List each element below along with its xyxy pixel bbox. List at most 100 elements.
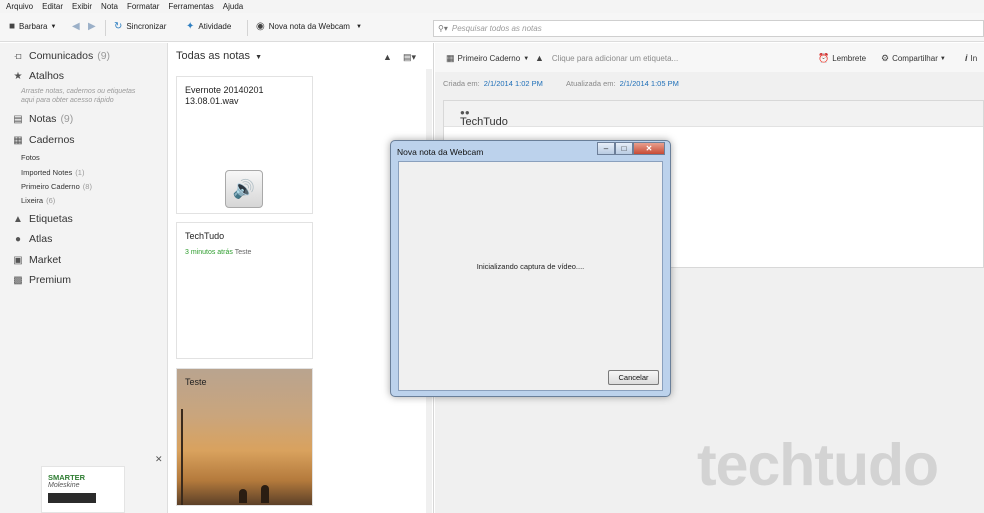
user-menu[interactable]: ■ Barbara ▼ [9, 21, 56, 32]
updated-value[interactable]: 2/1/2014 1:05 PM [620, 79, 679, 88]
note-title: Evernote 20140201 13.08.01.wav [185, 85, 264, 106]
sidebar-item-label: Cadernos [29, 134, 75, 146]
dialog-message: Inicializando captura de vídeo.... [476, 262, 585, 271]
note-list-title: Todas as notas [176, 50, 250, 62]
notebook-label: Lixeira [21, 196, 44, 205]
promo-line2: Moleskine [48, 482, 80, 489]
note-time: 3 minutos atrás [185, 249, 233, 256]
activity-button[interactable]: ✦ Atividade [186, 21, 231, 32]
sidebar-item-label: Premium [29, 274, 72, 286]
window-controls: – □ ✕ [597, 142, 665, 155]
sidebar-item-count: (9) [60, 113, 74, 125]
sidebar-item-atlas[interactable]: ● Atlas [12, 233, 52, 245]
menu-nota[interactable]: Nota [101, 2, 118, 11]
toolbar-divider [105, 20, 106, 36]
tag-placeholder: Clique para adicionar um etiqueta... [551, 53, 679, 63]
sync-label: Sincronizar [126, 22, 167, 31]
sidebar-item-etiquetas[interactable]: ▲ Etiquetas [12, 213, 73, 225]
note-title-field[interactable]: TechTudo [460, 116, 508, 128]
dialog-title: Nova nota da Webcam [397, 147, 484, 157]
list-item[interactable]: TechTudo 3 minutos atrás Teste [176, 222, 313, 359]
user-name: Barbara [19, 22, 48, 31]
webcam-icon: ◉ [256, 21, 265, 32]
tower-silhouette [181, 409, 183, 505]
sidebar-item-label: Etiquetas [29, 213, 73, 225]
tag-icon: ▲ [13, 213, 23, 225]
menu-formatar[interactable]: Formatar [127, 2, 159, 11]
sunset-photo [177, 369, 312, 505]
sidebar-item-count: (9) [97, 50, 111, 62]
close-icon[interactable]: ✕ [155, 454, 163, 465]
tag-field[interactable]: ▲ Clique para adicionar um etiqueta... [535, 53, 678, 63]
promo-banner[interactable]: SMARTER Moleskine [41, 466, 125, 513]
sidebar: ⟤ Comunicados (9) ★ Atalhos Arraste nota… [0, 43, 168, 513]
menu-editar[interactable]: Editar [42, 2, 63, 11]
sidebar-item-label: Comunicados [29, 50, 94, 62]
sidebar-item-comunicados[interactable]: ⟤ Comunicados (9) [12, 50, 110, 62]
list-item[interactable]: Teste [176, 368, 313, 506]
notebook-item-fotos[interactable]: Fotos [21, 153, 40, 162]
view-options-icon[interactable]: ▤▾ [403, 52, 416, 63]
notebook-item-primeiro[interactable]: Primeiro Caderno (8) [21, 182, 92, 191]
reminder-button[interactable]: ⏰ Lembrete [818, 53, 866, 64]
search-icon: ⚲▾ [438, 24, 448, 33]
sidebar-item-cadernos[interactable]: ▦ Cadernos [12, 134, 75, 146]
menu-ferramentas[interactable]: Ferramentas [168, 2, 213, 11]
note-icon: ▤ [13, 113, 23, 125]
notebook-count: (1) [75, 168, 85, 177]
alarm-clock-icon: ⏰ [818, 53, 830, 63]
share-button[interactable]: ⚙ Compartilhar ▼ [881, 53, 946, 64]
chevron-down-icon: ▼ [255, 54, 262, 61]
search-input[interactable]: ⚲▾ Pesquisar todos as notas [433, 20, 984, 37]
webcam-note-button[interactable]: ◉ Nova nota da Webcam ▼ [256, 21, 362, 32]
maximize-button[interactable]: □ [615, 142, 633, 155]
note-list-title-dropdown[interactable]: Todas as notas ▼ [176, 50, 262, 62]
note-title: TechTudo [185, 231, 225, 241]
notebook-label: Fotos [21, 153, 40, 162]
minimize-button[interactable]: – [597, 142, 615, 155]
menu-ajuda[interactable]: Ajuda [223, 2, 243, 11]
info-button[interactable]: i In [965, 53, 977, 63]
sync-button[interactable]: ↻ Sincronizar [114, 21, 166, 32]
menu-arquivo[interactable]: Arquivo [6, 2, 33, 11]
share-label: Compartilhar [892, 54, 938, 63]
speaker-icon: 🔊 [225, 170, 263, 208]
notebook-item-imported[interactable]: Imported Notes (1) [21, 168, 84, 177]
dialog-client-area: Inicializando captura de vídeo.... Cance… [398, 161, 663, 391]
notebook-selector[interactable]: ▦ Primeiro Caderno ▼ [446, 53, 529, 64]
lock-icon[interactable]: ▲ [383, 52, 392, 62]
created-value[interactable]: 2/1/2014 1:02 PM [484, 79, 543, 88]
sidebar-item-market[interactable]: ▣ Market [12, 254, 61, 266]
sidebar-item-label: Market [29, 254, 62, 266]
menu-exibir[interactable]: Exibir [72, 2, 92, 11]
menu-bar: Arquivo Editar Exibir Nota Formatar Ferr… [0, 0, 984, 13]
sidebar-item-label: Atalhos [29, 70, 65, 82]
cancel-button[interactable]: Cancelar [608, 370, 659, 385]
back-button[interactable]: ◀ [72, 21, 84, 32]
notebook-count: (8) [82, 182, 92, 191]
forward-button[interactable]: ▶ [88, 21, 100, 32]
toolbar-divider [247, 20, 248, 36]
activity-icon: ✦ [186, 21, 195, 32]
person-silhouette [261, 485, 269, 503]
search-placeholder: Pesquisar todos as notas [451, 24, 542, 33]
reminder-label: Lembrete [832, 54, 867, 63]
chevron-down-icon: ▼ [50, 23, 57, 30]
sidebar-item-label: Notas [29, 113, 57, 125]
sidebar-item-atalhos[interactable]: ★ Atalhos [12, 70, 65, 82]
sidebar-item-premium[interactable]: ▩ Premium [12, 274, 71, 286]
notebook-item-lixeira[interactable]: Lixeira (6) [21, 196, 55, 205]
sidebar-item-notas[interactable]: ▤ Notas (9) [12, 113, 73, 125]
list-item[interactable]: Evernote 20140201 13.08.01.wav 🔊 [176, 76, 313, 214]
techtudo-watermark: techtudo [697, 432, 939, 498]
webcam-note-label: Nova nota da Webcam [268, 22, 350, 31]
webcam-dialog: Nova nota da Webcam – □ ✕ Inicializando … [390, 140, 671, 397]
created-label: Criada em: [443, 79, 480, 88]
map-pin-icon: ● [14, 233, 22, 245]
chevron-down-icon: ▼ [523, 55, 530, 62]
shortcuts-hint: Arraste notas, cadernos ou etiquetas aqu… [21, 88, 136, 104]
note-snippet: Teste [234, 249, 252, 256]
note-meta: 3 minutos atrás Teste [185, 249, 251, 256]
close-button[interactable]: ✕ [633, 142, 665, 155]
notebook-icon: ▦ [13, 134, 23, 146]
